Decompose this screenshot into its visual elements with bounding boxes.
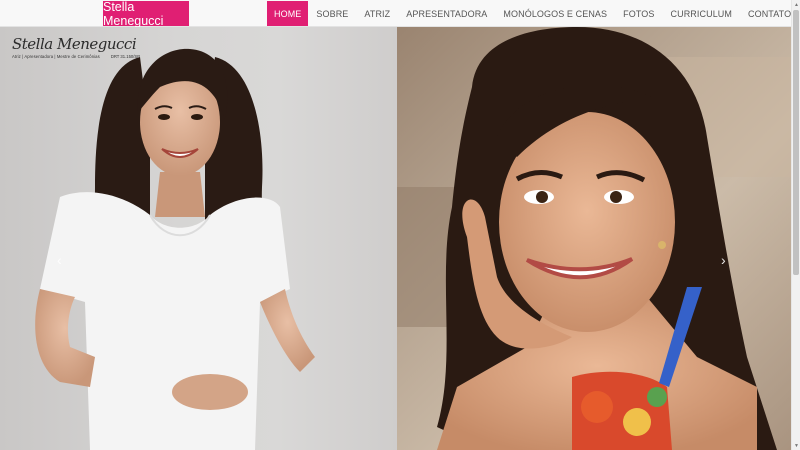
scrollbar-thumb[interactable] [793, 10, 799, 275]
nav-item-atriz[interactable]: ATRIZ [356, 1, 398, 26]
nav-item-curriculum[interactable]: CURRICULUM [663, 1, 741, 26]
scroll-up-arrow-icon[interactable]: ▲ [792, 0, 800, 9]
nav-item-monologos-e-cenas[interactable]: MONÓLOGOS E CENAS [495, 1, 615, 26]
hero-photo-right: › [397, 27, 791, 450]
hero-photo-left: Stella Menegucci Atriz | Apresentadora |… [0, 27, 397, 450]
nav-item-fotos[interactable]: FOTOS [615, 1, 662, 26]
nav-item-apresentadora[interactable]: APRESENTADORA [398, 1, 495, 26]
main-nav: HOME SOBRE ATRIZ APRESENTADORA MONÓLOGOS… [267, 0, 799, 27]
portrait-hand-on-chin-illustration [397, 27, 791, 450]
nav-item-sobre[interactable]: SOBRE [308, 1, 356, 26]
logo-script-text: Stella Menegucci [12, 35, 137, 53]
chevron-right-icon[interactable]: › [721, 252, 726, 268]
brand-logo-link[interactable]: Stella Menegucci [103, 0, 189, 28]
page-scrollbar[interactable]: ▲ ▼ [791, 0, 800, 450]
signature-logo: Stella Menegucci Atriz | Apresentadora |… [12, 37, 142, 61]
hero-carousel[interactable]: Stella Menegucci Atriz | Apresentadora |… [0, 27, 791, 450]
nav-item-home[interactable]: HOME [267, 1, 309, 26]
scroll-down-arrow-icon[interactable]: ▼ [792, 441, 800, 450]
top-navbar: Stella Menegucci HOME SOBRE ATRIZ APRESE… [0, 0, 791, 28]
logo-registration: DRT 31.150/SP [110, 54, 140, 59]
portrait-white-tshirt-illustration [35, 48, 315, 450]
chevron-left-icon[interactable]: ‹ [57, 252, 62, 268]
